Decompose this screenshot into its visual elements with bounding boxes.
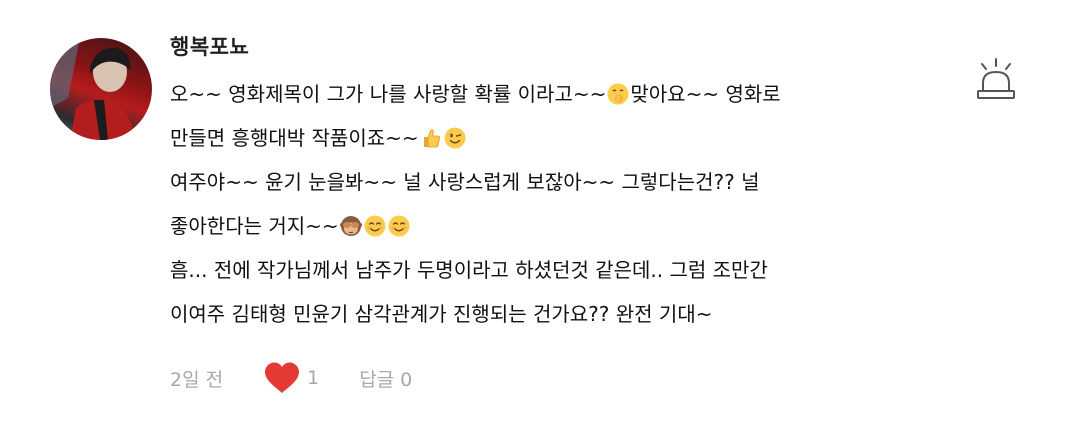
comment-line-6: 이여주 김태형 민윤기 삼각관계가 진행되는 건가요?? 완전 기대~	[170, 292, 930, 336]
comment-footer: 2일 전 1 답글 0	[170, 360, 412, 396]
reply-button[interactable]: 답글 0	[359, 365, 412, 392]
thumbs-up-icon	[420, 120, 442, 148]
like-button[interactable]: 1	[263, 361, 319, 395]
username[interactable]: 행복포뇨	[170, 32, 930, 62]
comment-line-3: 여주야~~ 윤기 눈을봐~~ 널 사랑스럽게 보잖아~~ 그렇다는건?? 널	[170, 160, 930, 204]
siren-alarm-icon	[977, 58, 1015, 99]
timestamp: 2일 전	[170, 368, 224, 391]
comment-body: 행복포뇨 오~~ 영화제목이 그가 나를 사랑할 확률 이라고~~ 맞아요~~ 영…	[170, 32, 930, 336]
smiling-face-icon	[388, 208, 410, 237]
avatar[interactable]	[50, 38, 152, 140]
comment-line-text: 여주야~~ 윤기 눈을봐~~ 널 사랑스럽게 보잖아~~ 그렇다는건?? 널	[170, 170, 760, 194]
comment-line-text: 흠... 전에 작가님께서 남주가 두명이라고 하셨던것 같은데.. 그럼 조만…	[170, 258, 768, 282]
comment-line-text: 이여주 김태형 민윤기 삼각관계가 진행되는 건가요?? 완전 기대~	[170, 302, 713, 326]
shush-face-icon	[607, 76, 629, 105]
report-button[interactable]	[972, 57, 1020, 103]
heart-icon	[265, 362, 300, 393]
comment-line-text: 맞아요~~ 영화로	[630, 82, 781, 106]
comment-line-4: 좋아한다는 거지~~	[170, 204, 930, 248]
wink-face-icon	[444, 120, 466, 149]
comment-line-2: 만들면 흥행대박 작품이죠~~	[170, 116, 930, 160]
comment-item: 행복포뇨 오~~ 영화제목이 그가 나를 사랑할 확률 이라고~~ 맞아요~~ 영…	[0, 0, 1080, 437]
comment-line-1: 오~~ 영화제목이 그가 나를 사랑할 확률 이라고~~ 맞아요~~ 영화로	[170, 72, 930, 116]
comment-line-5: 흠... 전에 작가님께서 남주가 두명이라고 하셨던것 같은데.. 그럼 조만…	[170, 248, 930, 292]
see-no-evil-monkey-icon	[339, 208, 362, 236]
comment-text: 오~~ 영화제목이 그가 나를 사랑할 확률 이라고~~ 맞아요~~ 영화로 만들…	[170, 72, 930, 336]
comment-line-text: 만들면 흥행대박 작품이죠~~	[170, 126, 419, 150]
smiling-face-icon	[364, 208, 386, 237]
comment-line-text: 좋아한다는 거지~~	[170, 214, 339, 238]
comment-line-text: 오~~ 영화제목이 그가 나를 사랑할 확률 이라고~~	[170, 82, 607, 106]
like-count: 1	[307, 367, 320, 389]
